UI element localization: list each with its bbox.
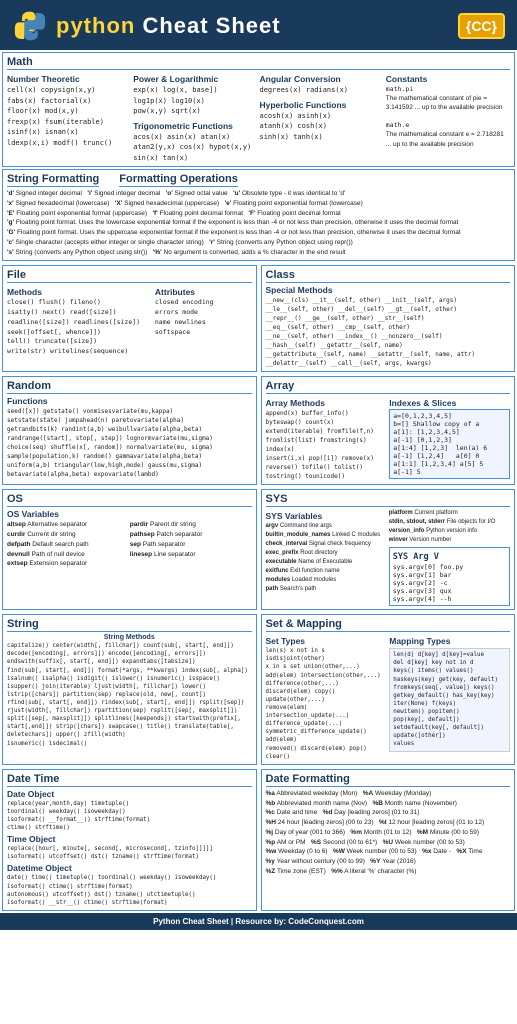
header-title: python Cheat Sheet (56, 13, 281, 39)
sys-platform-content: platform Current platform stdin, stdout,… (389, 509, 510, 545)
file-methods: Methods close() flush() fileno()isatty()… (7, 285, 152, 357)
trig-title: Trigonometric Functions (133, 121, 257, 131)
number-theoretic-title: Number Theoretic (7, 74, 131, 84)
string-fmt-ops-title: Formatting Operations (119, 173, 238, 187)
os-section: OS OS Variables altsep Alternative separ… (2, 489, 257, 610)
constants-content: math.pi The mathematical constant of pie… (386, 85, 510, 149)
string-formatting-section: String Formatting Formatting Operations … (2, 169, 515, 261)
math-title: Math (7, 56, 510, 70)
random-title: Random (7, 380, 252, 394)
cc-badge: {CC} (458, 13, 505, 39)
sys-vars-title: SYS Variables (266, 511, 387, 521)
sys-arg-title: SYS Arg V (393, 552, 506, 562)
array-section: Array Array Methods append(x) buffer_inf… (261, 376, 516, 485)
os-sys-row: OS OS Variables altsep Alternative separ… (0, 487, 517, 612)
header-left: python Cheat Sheet (12, 8, 281, 44)
mapping-types-title: Mapping Types (389, 636, 510, 646)
array-methods-content: append(x) buffer_info() byteswap() count… (266, 409, 387, 481)
trig-content: acos(x) asin(x) atan(x)atan2(y,x) cos(x)… (133, 132, 257, 164)
date-obj-content: replace(year,month,day) timetuple() toor… (7, 800, 252, 832)
sys-vars-col: SYS Variables argv Command line args bui… (266, 509, 387, 606)
os-vars-right: pardir Parent dir string pathsep Patch s… (130, 520, 252, 559)
time-obj-title: Time Object (7, 834, 252, 844)
power-log-content: exp(x) log(x, base])log1p(x) log10(x)pow… (133, 85, 257, 117)
header: python Cheat Sheet {CC} (0, 0, 517, 50)
angular-hyp-col: Angular Conversion degrees(x) radians(x)… (260, 72, 384, 163)
file-attributes: Attributes closed encodingerrors modenam… (155, 285, 252, 357)
set-types-content: len(s) x not in s isdisjoint(other) x in… (266, 647, 387, 761)
date-fmt-title: Date Formatting (266, 773, 511, 787)
datetime-datefmt-row: Date Time Date Object replace(year,month… (0, 767, 517, 913)
class-special-title: Special Methods (266, 285, 511, 295)
sys-section: SYS SYS Variables argv Command line args… (261, 489, 516, 610)
angular-title: Angular Conversion (260, 74, 384, 84)
mapping-types-content: len(d) d[key] d[key]=value del d[key] ke… (389, 648, 510, 751)
os-title: OS (7, 493, 252, 507)
constants-title: Constants (386, 74, 510, 84)
datetime-obj-title: Datetime Object (7, 863, 252, 873)
file-methods-title: Methods (7, 287, 152, 297)
string-fmt-title: String Formatting (7, 173, 99, 187)
file-section: File Methods close() flush() fileno()isa… (2, 265, 257, 372)
hyperbolic-title: Hyperbolic Functions (260, 100, 384, 110)
datetime-obj-content: date() time() timetuple() toordinal() we… (7, 874, 252, 906)
footer: Python Cheat Sheet | Resource by: CodeCo… (0, 913, 517, 930)
power-log-title: Power & Logarithmic (133, 74, 257, 84)
set-types-title: Set Types (266, 636, 387, 646)
file-attributes-title: Attributes (155, 287, 252, 297)
array-indexes-title: Indexes & Slices (389, 398, 510, 408)
random-array-row: Random Functions seed([x]) getstate() vo… (0, 374, 517, 487)
file-attributes-content: closed encodingerrors modename newliness… (155, 298, 252, 337)
os-vars-left: altsep Alternative separator curdir Curr… (7, 520, 129, 569)
hyperbolic-content: acosh(x) asinh(x)atanh(x) cosh(x)sinh(x)… (260, 111, 384, 143)
file-class-row: File Methods close() flush() fileno()isa… (0, 263, 517, 374)
string-title: String (7, 618, 252, 632)
array-methods-title: Array Methods (266, 398, 387, 408)
datetime-section: Date Time Date Object replace(year,month… (2, 769, 257, 911)
string-methods-content: capitalize() center(width[, fillchar]) c… (7, 642, 252, 747)
date-formatting-section: Date Formatting %a Abbreviated weekday (… (261, 769, 516, 911)
class-section: Class Special Methods __new__(cls) __it_… (261, 265, 516, 372)
sys-vars-content: argv Command line args builtin_module_na… (266, 522, 387, 594)
sys-title: SYS (266, 493, 511, 507)
mapping-types-col: Mapping Types len(d) d[key] d[key]=value… (389, 634, 510, 761)
file-methods-content: close() flush() fileno()isatty() next() … (7, 298, 152, 357)
string-section: String String Methods capitalize() cente… (2, 614, 257, 765)
array-title: Array (266, 380, 511, 394)
footer-text: Python Cheat Sheet | Resource by: CodeCo… (153, 917, 364, 926)
class-title: Class (266, 269, 511, 283)
number-theoretic-content: cell(x) copysign(x,y)fabs(x) factorial(x… (7, 85, 131, 148)
set-types-col: Set Types len(s) x not in s isdisjoint(o… (266, 634, 387, 761)
angular-content: degrees(x) radians(x) (260, 85, 384, 96)
sys-platform-arg-col: platform Current platform stdin, stdout,… (389, 509, 510, 606)
string-fmt-content: 'd' Signed integer decimal 'i' Signed in… (7, 189, 510, 257)
math-section: Math Number Theoretic cell(x) copysign(x… (2, 52, 515, 167)
datetime-title: Date Time (7, 773, 252, 787)
number-theoretic-col: Number Theoretic cell(x) copysign(x,y)fa… (7, 72, 131, 163)
string-set-row: String String Methods capitalize() cente… (0, 612, 517, 767)
random-section: Random Functions seed([x]) getstate() vo… (2, 376, 257, 485)
sys-arg-box: SYS Arg V sys.argv[0] foo.py sys.argv[1]… (389, 547, 510, 606)
random-functions-title: Functions (7, 396, 252, 406)
string-methods-subtitle: String Methods (7, 634, 252, 641)
date-obj-title: Date Object (7, 789, 252, 799)
file-title: File (7, 269, 252, 283)
constants-col: Constants math.pi The mathematical const… (386, 72, 510, 163)
class-methods-content: __new__(cls) __it__(self, other) __init_… (266, 296, 511, 368)
array-indexes-content: a=[0,1,2,3,4,5] b=[] Shallow copy of a a… (389, 409, 510, 479)
set-mapping-title: Set & Mapping (266, 618, 511, 632)
python-logo-icon (12, 8, 48, 44)
os-vars-grid: altsep Alternative separator curdir Curr… (7, 520, 252, 569)
date-fmt-content: %a Abbreviated weekday (Mon) %A Weekday … (266, 789, 511, 877)
time-obj-content: replace([hour[, minute[, second[, micros… (7, 845, 252, 861)
random-functions-content: seed([x]) getstate() vonmisesvariate(mu,… (7, 407, 252, 479)
set-mapping-section: Set & Mapping Set Types len(s) x not in … (261, 614, 516, 765)
os-vars-title: OS Variables (7, 509, 252, 519)
array-methods: Array Methods append(x) buffer_info() by… (266, 396, 387, 481)
power-log-col: Power & Logarithmic exp(x) log(x, base])… (133, 72, 257, 163)
array-indexes: Indexes & Slices a=[0,1,2,3,4,5] b=[] Sh… (389, 396, 510, 481)
